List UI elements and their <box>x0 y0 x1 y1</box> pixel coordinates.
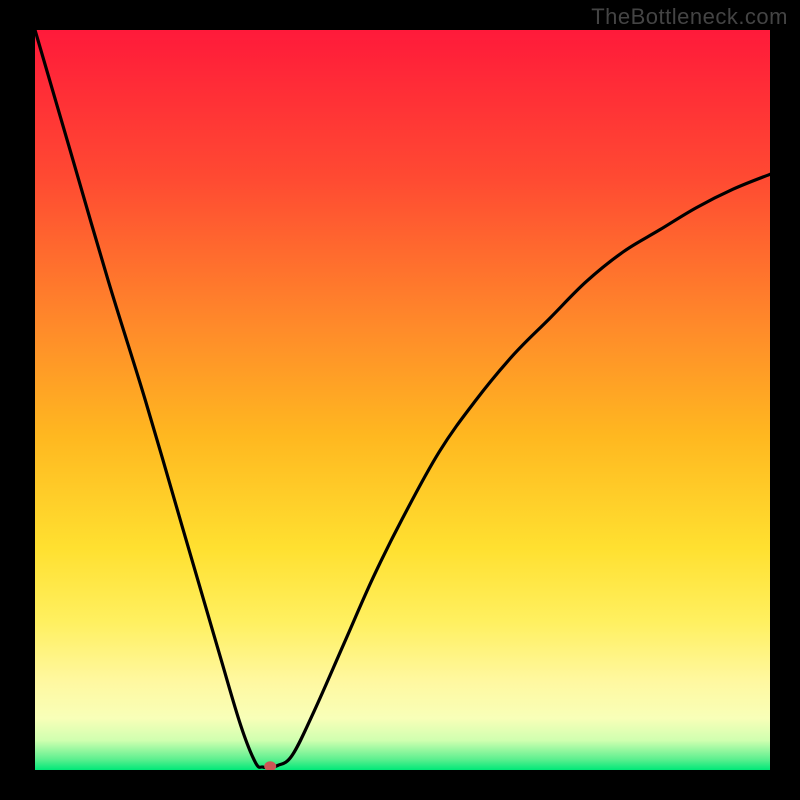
watermark-text: TheBottleneck.com <box>591 4 788 30</box>
plot-area <box>35 30 770 770</box>
chart-svg <box>35 30 770 770</box>
chart-container: TheBottleneck.com <box>0 0 800 800</box>
